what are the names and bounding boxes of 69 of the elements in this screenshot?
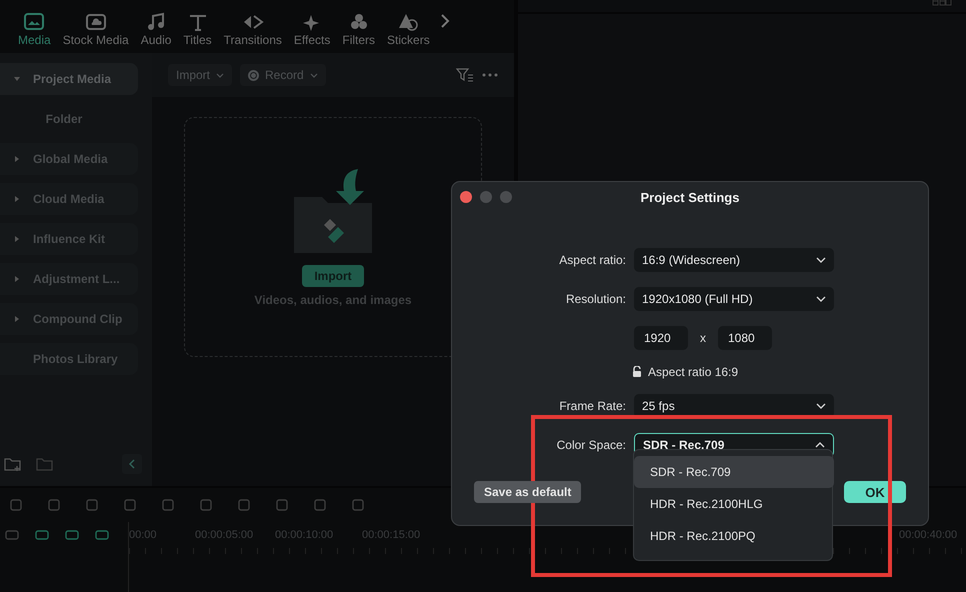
caret-icon: [14, 236, 20, 242]
minimize-button[interactable]: [480, 191, 492, 203]
width-field[interactable]: 1920: [634, 326, 688, 350]
zoom-button[interactable]: [500, 191, 512, 203]
tab[interactable]: Media: [12, 12, 57, 47]
dropdown-option[interactable]: SDR - Rec.709: [634, 456, 834, 488]
record-dropdown[interactable]: Record: [240, 64, 326, 86]
dropdown-option[interactable]: HDR - Rec.2100HLG: [634, 488, 832, 520]
new-folder-icon[interactable]: [4, 456, 22, 472]
import-dropdown[interactable]: Import: [168, 64, 232, 86]
caret-icon: [14, 276, 20, 282]
select-field[interactable]: 1920x1080 (Full HD): [634, 286, 834, 310]
toolbar-icon[interactable]: [274, 497, 290, 513]
dropdown-option[interactable]: HDR - Rec.2100PQ: [634, 520, 832, 552]
toolbar-icon[interactable]: [8, 497, 24, 513]
chevron-icon: [816, 256, 826, 262]
collapse-button[interactable]: [122, 454, 142, 474]
track-tool-icon[interactable]: [64, 528, 80, 542]
caret-icon: [216, 72, 224, 78]
dialog-title: Project Settings: [640, 190, 740, 205]
toolbar-icon[interactable]: [312, 497, 328, 513]
chevron-icon: [816, 296, 826, 302]
tab[interactable]: Titles: [177, 12, 218, 47]
caret-icon: [14, 316, 20, 322]
field-label: Resolution:: [564, 292, 626, 306]
times-sign: x: [699, 330, 707, 344]
toolbar-icon[interactable]: [350, 497, 366, 513]
toolbar-icon[interactable]: [84, 497, 100, 513]
select-field[interactable]: 25 fps: [634, 394, 834, 418]
field-label: Color Space:: [556, 438, 626, 452]
tab[interactable]: Audio: [134, 12, 178, 47]
toolbar-icon[interactable]: [160, 497, 176, 513]
chevron-icon: [816, 402, 826, 408]
chevron-right-icon[interactable]: [440, 13, 450, 29]
caret-icon: [14, 196, 20, 202]
toolbar-icon[interactable]: [46, 497, 62, 513]
more-icon[interactable]: [482, 73, 498, 77]
sidebar-item[interactable]: Project Media: [0, 63, 138, 95]
triangle-circle-icon: [397, 12, 420, 32]
toolbar-icon[interactable]: [198, 497, 214, 513]
tab[interactable]: Stock Media: [56, 12, 135, 47]
ok-button[interactable]: OK: [844, 481, 906, 503]
height-field[interactable]: 1080: [718, 326, 772, 350]
caret-icon: [310, 72, 318, 78]
toolbar-icon[interactable]: [122, 497, 138, 513]
folder-icon[interactable]: [36, 456, 54, 472]
track-tool-icon[interactable]: [34, 528, 50, 542]
filter-icon[interactable]: [456, 68, 474, 82]
tab[interactable]: Effects: [288, 12, 336, 47]
cloud-folder-icon: [84, 12, 107, 32]
tab[interactable]: Transitions: [218, 12, 288, 47]
lock-label: Aspect ratio 16:9: [648, 364, 738, 378]
unlock-icon[interactable]: [632, 366, 642, 377]
chevron-left-icon: [128, 459, 136, 469]
tab[interactable]: Filters: [336, 12, 382, 47]
track-tool-icon[interactable]: [94, 528, 110, 542]
import-button[interactable]: Import: [302, 265, 364, 287]
close-button[interactable]: [460, 191, 472, 203]
caret-icon: [14, 156, 20, 162]
track-tool-icon[interactable]: [4, 528, 20, 542]
select-field[interactable]: 16:9 (Widescreen): [634, 248, 834, 272]
tab[interactable]: Stickers: [381, 12, 436, 47]
caret-icon: [14, 76, 20, 82]
image-icon: [23, 12, 46, 32]
chevron-icon: [815, 442, 825, 448]
field-label: Frame Rate:: [558, 398, 626, 412]
field-label: Aspect ratio:: [558, 252, 626, 266]
toolbar-icon[interactable]: [236, 497, 252, 513]
save-default-button[interactable]: Save as default: [474, 481, 582, 503]
